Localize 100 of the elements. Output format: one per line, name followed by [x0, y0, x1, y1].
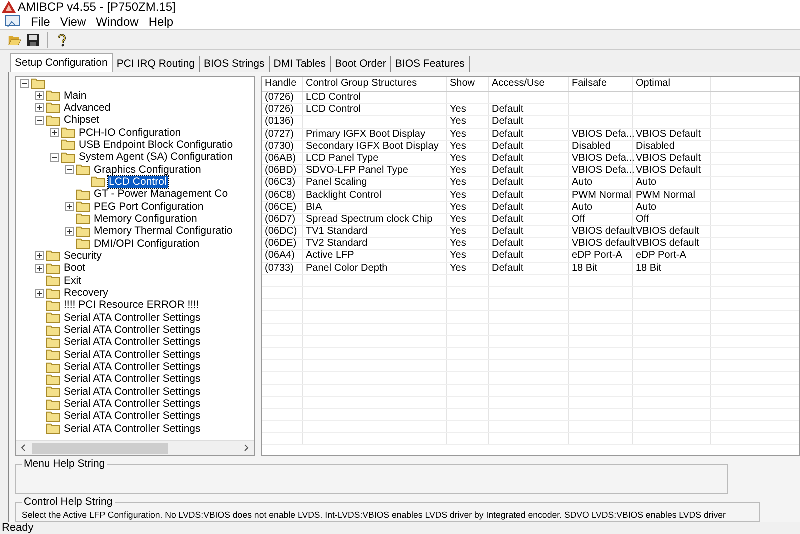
tree-item[interactable]: Graphics Configuration	[93, 164, 202, 176]
group-label: Control Help String	[22, 496, 115, 508]
tree-item[interactable]: Serial ATA Controller Settings	[63, 422, 202, 435]
table-cell: (0727)	[265, 128, 294, 140]
tree-item[interactable]: Serial ATA Controller Settings	[63, 348, 202, 361]
table-cell: eDP Port-A	[636, 250, 686, 262]
column-header[interactable]: Control Group Structures	[303, 77, 447, 91]
table-cell: Auto	[636, 202, 657, 213]
folder-icon	[76, 226, 91, 237]
menu-item[interactable]: Help	[148, 14, 174, 29]
tree-item[interactable]: GT - Power Management Co	[93, 188, 230, 200]
tree-item[interactable]: LCD Control	[108, 176, 168, 188]
column-header[interactable]: Access/Use	[489, 77, 569, 91]
table-cell: Yes	[450, 104, 466, 116]
expander-icon[interactable]	[65, 202, 74, 212]
tree-item[interactable]: System Agent (SA) Configuration	[78, 151, 234, 164]
tree-item[interactable]: Security	[63, 250, 103, 262]
expander-icon[interactable]	[35, 116, 44, 125]
tree-item[interactable]: Serial ATA Controller Settings	[63, 361, 202, 374]
folder-icon	[46, 262, 61, 274]
table-cell: VBIOS Defa...	[572, 128, 635, 140]
table-cell: VBIOS Defa...	[572, 165, 635, 176]
table-cell: (0733)	[265, 262, 294, 274]
table-cell: BIA	[306, 202, 322, 213]
folder-icon	[46, 300, 61, 311]
table-cell: (06D7)	[265, 214, 296, 225]
table-cell: (06C3)	[265, 177, 296, 188]
horizontal-scrollbar[interactable]	[16, 440, 254, 455]
table-cell: LCD Panel Type	[306, 152, 379, 164]
tree-item[interactable]: Memory Thermal Configuratio	[93, 225, 234, 238]
scroll-left-icon[interactable]	[20, 444, 28, 452]
tree-item[interactable]: Serial ATA Controller Settings	[63, 324, 202, 336]
table-cell: Default	[492, 116, 524, 128]
expander-icon[interactable]	[65, 165, 74, 174]
column-header[interactable]: Show	[447, 77, 489, 91]
expander-icon[interactable]	[50, 128, 59, 138]
tree-item[interactable]: Serial ATA Controller Settings	[63, 386, 202, 398]
menu-item[interactable]: File	[31, 14, 50, 29]
table-cell: Yes	[450, 190, 466, 200]
expander-icon[interactable]	[35, 288, 44, 298]
tree-item[interactable]: Serial ATA Controller Settings	[63, 398, 202, 410]
folder-icon	[61, 127, 76, 138]
tree-item[interactable]: Advanced	[63, 102, 112, 114]
tree-item[interactable]: PEG Port Configuration	[93, 200, 205, 213]
expander-icon[interactable]	[50, 152, 59, 162]
tree-item[interactable]: DMI/OPI Configuration	[93, 238, 201, 250]
table-cell: Default	[492, 165, 524, 176]
table-cell: Active LFP	[306, 250, 354, 262]
expander-icon[interactable]	[35, 251, 44, 260]
tree-item[interactable]: Serial ATA Controller Settings	[63, 373, 202, 386]
help-icon[interactable]	[55, 32, 69, 47]
folder-icon	[76, 164, 91, 176]
document-icon[interactable]	[5, 14, 21, 29]
help-text: Select the Active LFP Configuration. No LVDS:VBIOS does not enable LVDS. Int-LVDS:VBIOS enables LVDS driver by Integrated encoder. SDVO LVDS:VBIOS enables LVDS driver	[21, 510, 726, 521]
expander-icon[interactable]	[65, 226, 74, 236]
folder-icon	[46, 374, 61, 385]
table-cell: Secondary IGFX Boot Display	[306, 140, 439, 152]
table-cell: Backlight Control	[306, 190, 382, 200]
tree-item[interactable]: Memory Configuration	[93, 212, 198, 225]
folder-icon	[76, 213, 91, 224]
expander-icon[interactable]	[20, 78, 29, 88]
table-cell: Disabled	[572, 140, 611, 152]
tab[interactable]: Setup Configuration	[10, 53, 113, 72]
tree-item[interactable]: Serial ATA Controller Settings	[63, 336, 202, 348]
table-cell: VBIOS Defa...	[572, 152, 635, 164]
table-cell: VBIOS Default	[636, 152, 702, 164]
tree-item[interactable]: PCH-IO Configuration	[78, 126, 182, 139]
tree-item[interactable]: Main	[63, 90, 88, 102]
tree-item[interactable]: Boot	[63, 262, 87, 274]
tree-item[interactable]: Chipset	[63, 114, 101, 126]
expander-icon[interactable]	[35, 264, 44, 273]
table-cell: 18 Bit	[572, 262, 598, 274]
tree-item[interactable]: Serial ATA Controller Settings	[63, 312, 202, 324]
table-cell: Default	[492, 190, 524, 200]
table-cell: PWM Normal	[636, 190, 696, 200]
tree-item[interactable]: !!!! PCI Resource ERROR !!!!	[63, 299, 200, 312]
table-cell: (0726)	[265, 104, 294, 116]
table-cell: (0730)	[265, 140, 294, 152]
column-header[interactable]: Failsafe	[569, 77, 633, 91]
folder-icon	[31, 78, 46, 89]
table-cell: (0726)	[265, 92, 294, 103]
table-cell: PWM Normal	[572, 190, 632, 200]
tree-item[interactable]: USB Endpoint Block Configuratio	[78, 138, 234, 151]
column-header[interactable]: Optimal	[633, 77, 711, 91]
expander-icon[interactable]	[35, 91, 44, 100]
scroll-right-icon[interactable]	[242, 444, 250, 452]
tree-item[interactable]: Serial ATA Controller Settings	[63, 410, 202, 422]
menu-item[interactable]: View	[60, 14, 86, 29]
tree-item[interactable]: Exit	[63, 274, 83, 287]
table-cell: Yes	[450, 226, 466, 238]
table-cell: Yes	[450, 128, 466, 140]
folder-icon	[76, 201, 91, 212]
table-cell: Default	[492, 177, 524, 188]
column-header[interactable]: Handle	[262, 77, 303, 91]
table-cell: Default	[492, 152, 524, 164]
table-cell: Yes	[450, 202, 466, 213]
tree-item[interactable]: Recovery	[63, 287, 110, 300]
menu-item[interactable]: Window	[96, 14, 139, 29]
expander-icon[interactable]	[35, 103, 44, 112]
save-icon[interactable]	[26, 32, 40, 47]
